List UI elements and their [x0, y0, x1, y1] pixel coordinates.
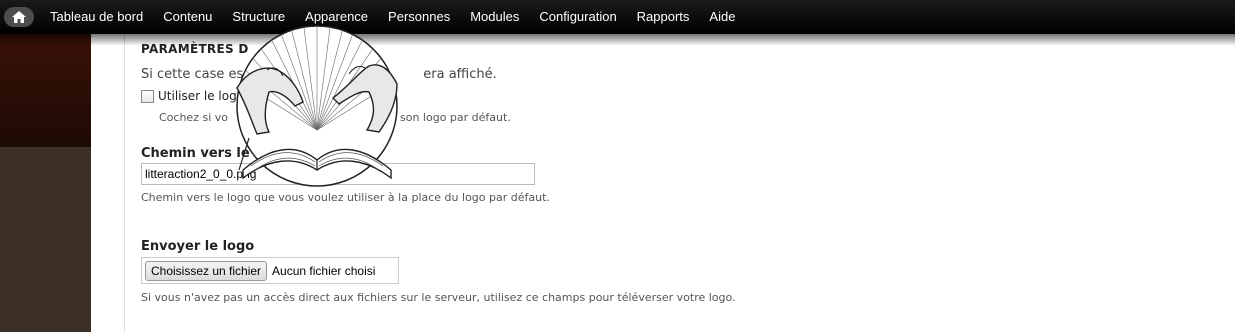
page-border — [124, 34, 125, 332]
checkbox-help-start: Cochez si vo — [159, 111, 228, 124]
menu-configuration[interactable]: Configuration — [529, 0, 626, 34]
logo-path-help: Chemin vers le logo que vous voulez util… — [141, 191, 550, 204]
site-logo-image — [236, 25, 398, 187]
menu-dashboard[interactable]: Tableau de bord — [40, 0, 153, 34]
sidebar-header-band — [0, 34, 91, 147]
home-button[interactable] — [4, 7, 34, 27]
logo-upload-help: Si vous n'avez pas un accès direct aux f… — [141, 291, 736, 304]
choose-file-button[interactable]: Choisissez un fichier — [145, 260, 268, 281]
default-logo-checkbox[interactable] — [141, 89, 154, 103]
logo-upload-label: Envoyer le logo — [141, 239, 255, 254]
checkbox-help-end: son logo par défaut. — [400, 111, 511, 124]
home-icon — [12, 11, 26, 23]
description-end: era affiché. — [423, 67, 497, 82]
logo-upload-field[interactable]: Choisissez un fichier Aucun fichier choi… — [141, 257, 399, 284]
file-status-text: Aucun fichier choisi — [272, 263, 376, 278]
menu-content[interactable]: Contenu — [153, 0, 222, 34]
admin-toolbar: Tableau de bord Contenu Structure Appare… — [0, 0, 1235, 34]
default-logo-checkbox-row[interactable]: Utiliser le log — [141, 89, 237, 103]
menu-reports[interactable]: Rapports — [627, 0, 700, 34]
default-logo-checkbox-label[interactable]: Utiliser le log — [158, 89, 237, 103]
description-start: Si cette case es — [141, 67, 244, 82]
menu-help[interactable]: Aide — [699, 0, 745, 34]
menu-modules[interactable]: Modules — [460, 0, 529, 34]
left-sidebar — [0, 34, 91, 332]
